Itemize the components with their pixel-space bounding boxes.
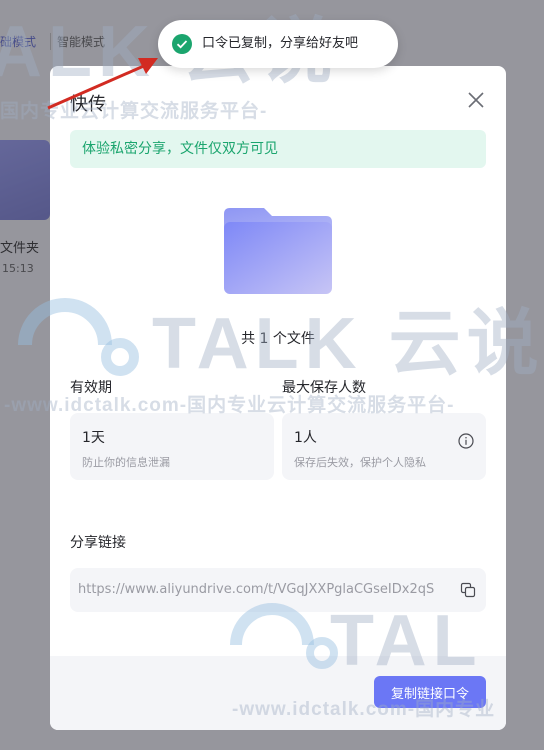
share-link-label: 分享链接 (70, 535, 126, 551)
copy-success-toast: 口令已复制，分享给好友吧 (158, 20, 398, 68)
validity-label: 有效期 (70, 380, 112, 396)
share-link-field[interactable]: https://www.aliyundrive.com/t/VGqJXXPgla… (70, 568, 486, 612)
dialog-footer: 复制链接口令 (50, 656, 506, 730)
validity-value: 1天 (82, 430, 105, 446)
share-dialog: 快传 体验私密分享，文件仅双方可见 共 1 个文件 有效期 最大保存人数 1天 … (50, 66, 506, 730)
copy-link-button[interactable]: 复制链接口令 (374, 676, 486, 708)
folder-icon (224, 208, 332, 294)
close-icon[interactable] (466, 90, 486, 110)
max-saves-selector[interactable]: 1人 保存后失效，保护个人隐私 (282, 413, 486, 480)
max-saves-value: 1人 (294, 430, 317, 446)
check-circle-icon (172, 34, 192, 54)
max-saves-label: 最大保存人数 (282, 380, 366, 396)
max-saves-hint: 保存后失效，保护个人隐私 (294, 456, 426, 469)
privacy-tip-banner: 体验私密分享，文件仅双方可见 (70, 130, 486, 168)
dialog-title: 快传 (70, 94, 106, 115)
validity-hint: 防止你的信息泄漏 (82, 456, 170, 469)
validity-selector[interactable]: 1天 防止你的信息泄漏 (70, 413, 274, 480)
share-link-url[interactable]: https://www.aliyundrive.com/t/VGqJXXPgla… (78, 568, 448, 612)
info-icon[interactable] (458, 433, 474, 449)
toast-message: 口令已复制，分享给好友吧 (202, 36, 359, 51)
file-count: 共 1 个文件 (241, 331, 315, 347)
copy-icon[interactable] (460, 582, 476, 598)
